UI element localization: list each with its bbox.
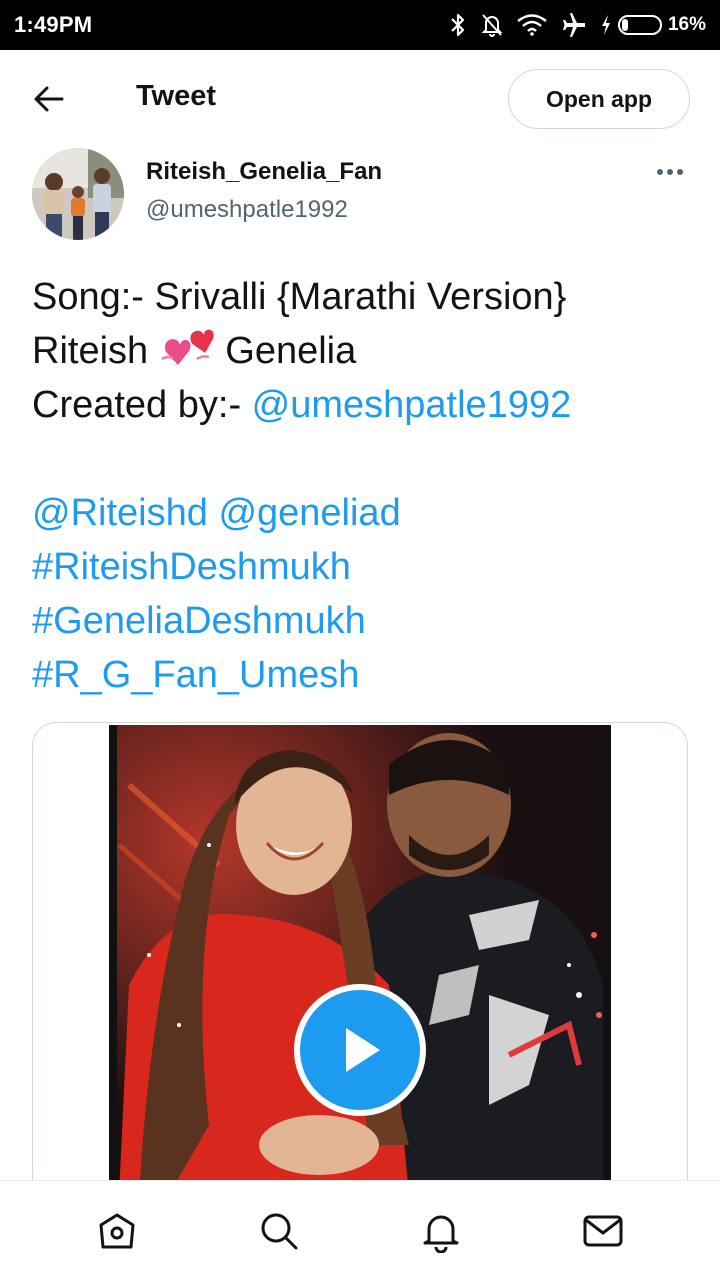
notifications-off-icon	[481, 14, 503, 37]
tweet-name-genelia: Genelia	[214, 330, 357, 372]
bluetooth-icon	[451, 13, 465, 37]
video-thumbnail-image	[109, 725, 611, 1192]
mention-riteishd-link[interactable]: @Riteishd	[32, 492, 208, 534]
home-icon	[99, 1213, 135, 1248]
battery-percent: 16%	[667, 14, 706, 35]
tweet-line-hashtag-2: #GeneliaDeshmukh	[32, 594, 692, 648]
nav-messages[interactable]	[575, 1203, 631, 1259]
tweet-text: Song:- Srivalli {Marathi Version} Riteis…	[32, 270, 692, 702]
charging-icon	[601, 15, 610, 35]
wifi-icon	[517, 14, 547, 36]
tweet-name-riteish: Riteish	[32, 330, 159, 372]
tweet-line-hashtag-3: #R_G_Fan_Umesh	[32, 648, 692, 702]
created-by-label: Created by:-	[32, 384, 252, 426]
tweet-line-creator: Created by:- @umeshpatle1992	[32, 378, 692, 432]
video-thumbnail[interactable]	[109, 725, 611, 1192]
author-name[interactable]: Riteish_Genelia_Fan	[146, 158, 382, 186]
hashtag-riteishdeshmukh-link[interactable]: #RiteishDeshmukh	[32, 546, 351, 588]
nav-home[interactable]	[89, 1203, 145, 1259]
bottom-navigation	[0, 1180, 720, 1280]
play-icon	[346, 1028, 380, 1072]
back-arrow-icon[interactable]	[32, 82, 66, 116]
battery-fill	[621, 19, 628, 31]
avatar-image	[32, 148, 124, 240]
status-time: 1:49PM	[14, 12, 93, 37]
airplane-icon	[562, 13, 585, 37]
tweet-line-song: Song:- Srivalli {Marathi Version}	[32, 276, 567, 318]
nav-notifications[interactable]	[413, 1203, 469, 1259]
notifications-icon	[423, 1215, 459, 1253]
avatar[interactable]	[32, 148, 124, 240]
hashtag-geneliadeshmukh-link[interactable]: #GeneliaDeshmukh	[32, 600, 366, 642]
media-card[interactable]	[32, 722, 688, 1192]
play-button[interactable]	[294, 984, 426, 1116]
author-handle[interactable]: @umeshpatle1992	[146, 196, 348, 224]
hashtag-rg-fan-umesh-link[interactable]: #R_G_Fan_Umesh	[32, 654, 359, 696]
messages-icon	[583, 1215, 623, 1246]
top-header: Tweet Open app	[0, 50, 720, 146]
more-options-icon[interactable]	[652, 160, 688, 184]
tweet-line-mentions: @Riteishd @geneliad	[32, 486, 692, 540]
open-app-button[interactable]: Open app	[508, 69, 690, 129]
tweet-line-hashtag-1: #RiteishDeshmukh	[32, 540, 692, 594]
creator-mention-link[interactable]: @umeshpatle1992	[252, 384, 572, 426]
tweet-line-names: Riteish Genelia	[32, 324, 692, 378]
status-bar: 1:49PM 16%	[0, 0, 720, 50]
battery-icon	[617, 15, 662, 35]
battery-indicator: 16%	[600, 14, 706, 36]
status-icons: 16%	[448, 12, 706, 38]
search-icon	[261, 1213, 298, 1249]
mention-geneliad-link[interactable]: @geneliad	[218, 492, 400, 534]
page-title: Tweet	[136, 80, 217, 112]
nav-search[interactable]	[251, 1203, 307, 1259]
two-hearts-icon	[161, 329, 214, 365]
